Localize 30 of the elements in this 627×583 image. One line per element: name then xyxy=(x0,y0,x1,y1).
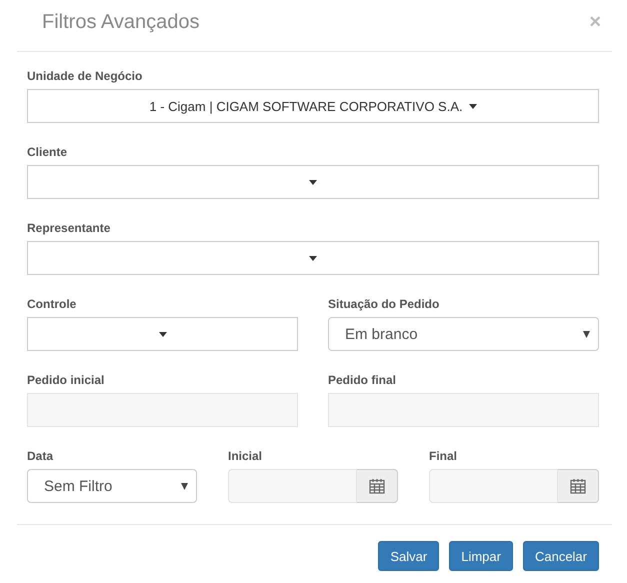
field-label: Controle xyxy=(27,296,78,312)
dropdown[interactable] xyxy=(27,241,599,275)
caret-icon xyxy=(583,330,590,338)
caret-icon xyxy=(309,180,317,184)
action-button[interactable]: Salvar xyxy=(378,541,440,571)
select-field[interactable]: Sem Filtro xyxy=(27,469,197,503)
dropdown[interactable] xyxy=(27,317,298,351)
field-label: Unidade de Negócio xyxy=(27,68,144,84)
select-field[interactable]: Em branco xyxy=(328,317,599,351)
field-label: Data xyxy=(27,448,54,464)
caret-icon xyxy=(181,482,188,490)
action-button[interactable]: Cancelar xyxy=(522,541,599,571)
dropdown[interactable] xyxy=(27,165,599,199)
caret-icon xyxy=(158,332,166,336)
calendar-button[interactable] xyxy=(357,469,398,503)
field-label: Pedido final xyxy=(328,372,398,388)
dialog-title: Filtros Avançados xyxy=(42,11,200,34)
calendar-icon xyxy=(369,478,385,494)
dropdown[interactable]: 1 - Cigam | CIGAM SOFTWARE CORPORATIVO S.A. xyxy=(27,89,599,123)
calendar-button[interactable] xyxy=(558,469,599,503)
calendar-icon xyxy=(570,478,586,494)
field-label: Final xyxy=(429,448,458,464)
field-label: Pedido inicial xyxy=(27,372,106,388)
field-label: Cliente xyxy=(27,144,68,160)
field-label: Inicial xyxy=(228,448,264,464)
action-button[interactable]: Limpar xyxy=(449,541,513,571)
field-label: Situação do Pedido xyxy=(328,296,440,312)
caret-icon xyxy=(309,256,317,260)
field-label: Representante xyxy=(27,220,112,236)
caret-icon xyxy=(468,104,477,108)
